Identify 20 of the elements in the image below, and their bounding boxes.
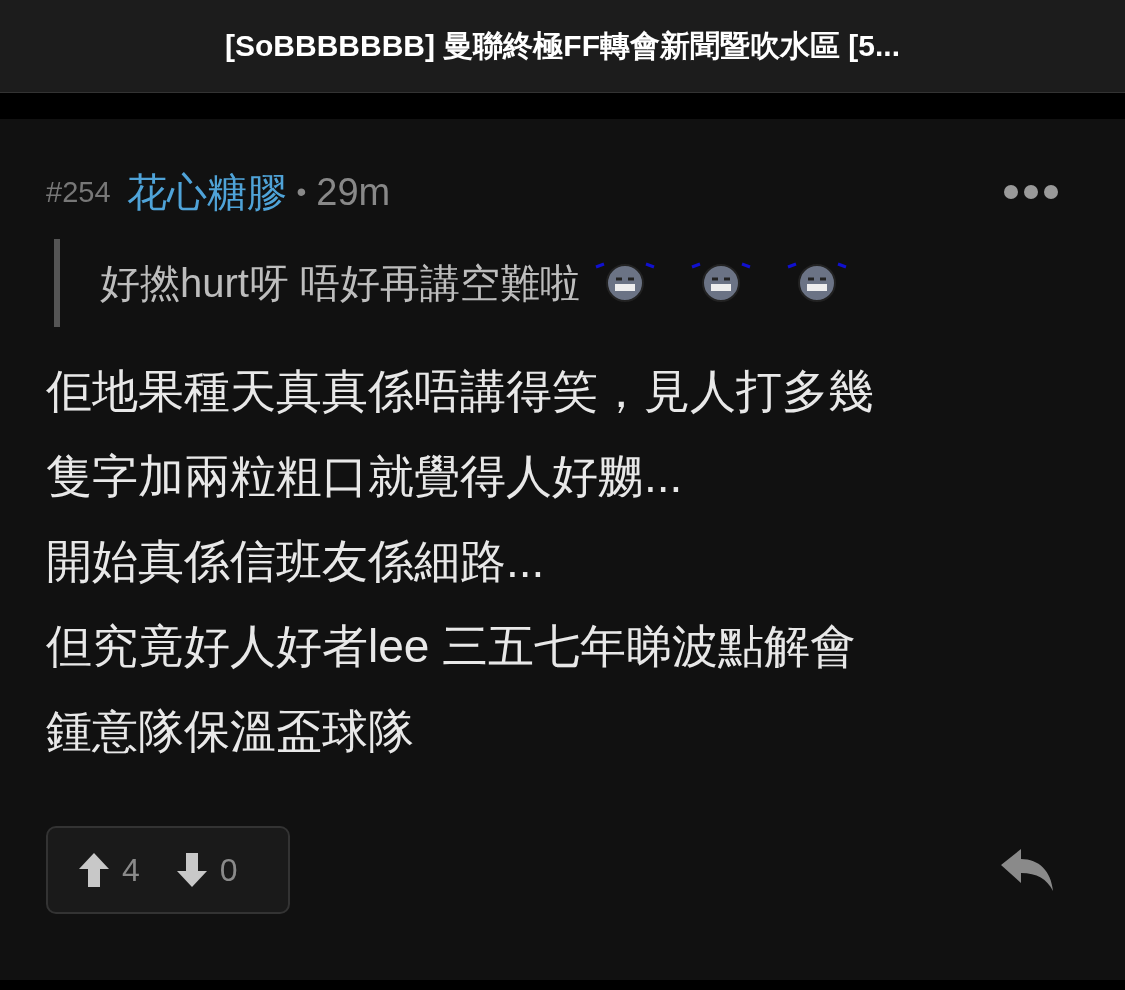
- post-text-line: 開始真係信班友係細路...: [46, 534, 546, 589]
- post-text-line: 佢地果種天真真係唔講得笑，見人打多幾: [46, 364, 875, 419]
- face-icon: [690, 261, 753, 305]
- post-number: #254: [46, 175, 111, 209]
- face-icon: [786, 261, 849, 305]
- face-icon: [594, 261, 657, 305]
- post-text-line: 隻字加兩粒粗口就覺得人好嬲...: [46, 449, 684, 504]
- separator-dot: •: [296, 176, 307, 208]
- post-text-line: 鍾意隊保溫盃球隊: [46, 704, 415, 759]
- reply-icon[interactable]: [999, 847, 1055, 893]
- post-text-line: 但究竟好人好者lee 三五七年睇波點解會: [46, 619, 858, 674]
- post-time: 29m: [316, 170, 391, 214]
- downvote-icon[interactable]: [175, 852, 208, 888]
- thread-title: [SoBBBBBBB] 曼聯終極FF轉會新聞暨吹水區 [5...: [225, 27, 900, 64]
- downvote-count: 0: [219, 851, 238, 889]
- author-name[interactable]: 花心糖膠: [126, 164, 287, 220]
- quote-text: 好撚hurt呀 唔好再講空難啦: [100, 259, 581, 307]
- more-icon[interactable]: [1003, 184, 1059, 200]
- upvote-count: 4: [122, 851, 140, 889]
- upvote-icon[interactable]: [78, 852, 110, 888]
